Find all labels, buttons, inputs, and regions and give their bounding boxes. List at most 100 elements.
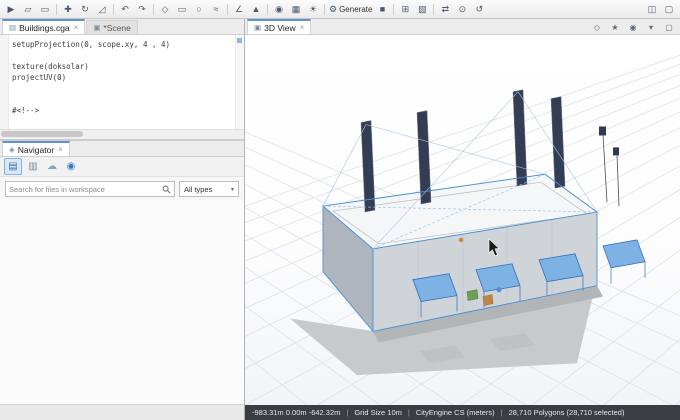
viewport-3d[interactable]	[245, 35, 680, 405]
close-icon[interactable]: ×	[74, 23, 79, 32]
tab-buildings-cga[interactable]: ▤ Buildings.cga ×	[2, 19, 86, 34]
align-terrain-icon[interactable]: ▲	[248, 2, 264, 17]
chevron-down-icon: ▾	[230, 186, 234, 193]
window-layout-icon[interactable]: ◫	[644, 2, 660, 17]
solar-panel	[512, 89, 528, 187]
awning	[602, 239, 646, 269]
viewport-tabbar: ▣ 3D View × ◇ ★ ◉ ▾ ▢	[245, 19, 680, 35]
snap-toggle-icon[interactable]: ⊞	[397, 2, 413, 17]
editor-horizontal-scrollbar[interactable]	[0, 129, 244, 139]
tab-label: Buildings.cga	[19, 22, 70, 33]
separator: |	[407, 408, 410, 417]
camera-coordinates: -983.31m 0.00m -642.32m	[252, 408, 341, 417]
navigator-search-row: All types ▾	[0, 177, 244, 200]
search-icon	[162, 185, 171, 193]
orbit-view-icon[interactable]: ↺	[471, 2, 487, 17]
cube-icon: ▣	[254, 23, 262, 32]
camera-icon[interactable]: ◉	[271, 2, 287, 17]
search-box[interactable]	[5, 181, 175, 197]
tab-3d-view[interactable]: ▣ 3D View ×	[247, 19, 312, 34]
main-toolbar: ▶ ▱ ▭ ✚ ↻ ◿ ↶ ↷ ◇ ▭ ○ ≈ ∠ ▲ ◉ ▦ ☀ ⚙ Generate ■ ⊞ ▧ ⇄ ⊙ ↺ ◫ ▢	[0, 0, 680, 19]
navigator-toolbar: ▤ ▥ ☁ ◉	[0, 157, 244, 177]
solar-panel	[416, 110, 432, 205]
bookmark-view-icon[interactable]: ★	[607, 21, 623, 34]
separator	[433, 3, 435, 15]
tab-navigator[interactable]: ◈ Navigator ×	[2, 141, 70, 156]
redo-icon[interactable]: ↷	[134, 2, 150, 17]
collapse-all-icon[interactable]: ▥	[25, 159, 41, 174]
annotation-mark	[237, 38, 242, 43]
scale-tool-icon[interactable]: ◿	[94, 2, 110, 17]
viewport-canvas[interactable]	[245, 35, 680, 405]
tab-scene[interactable]: ▣ *Scene	[86, 20, 138, 34]
measure-tool-icon[interactable]: ∠	[231, 2, 247, 17]
blue-sphere	[496, 287, 502, 293]
marquee-select-icon[interactable]: ▭	[37, 2, 53, 17]
tab-label: 3D View	[264, 22, 296, 33]
street-create-icon[interactable]: ≈	[208, 2, 224, 17]
code-line: projectUV(0)	[12, 73, 67, 82]
close-icon[interactable]: ×	[58, 145, 63, 154]
maximize-view-icon[interactable]: ▢	[661, 21, 677, 34]
green-box	[466, 289, 479, 301]
annotation-ruler	[235, 35, 244, 129]
coordinate-system: CityEngine CS (meters)	[415, 408, 495, 417]
separator	[267, 3, 268, 15]
antenna-head	[613, 147, 619, 156]
workspace-folder-icon[interactable]: ▤	[4, 158, 22, 175]
code-editor-body[interactable]: setupProjection(0, scope.xy, 4 , 4) textu…	[0, 35, 244, 129]
antenna-head	[599, 126, 606, 136]
circle-create-icon[interactable]: ○	[191, 2, 207, 17]
file-type-filter[interactable]: All types ▾	[179, 181, 239, 197]
light-settings-icon[interactable]: ☀	[305, 2, 321, 17]
scrollbar-thumb[interactable]	[1, 131, 83, 137]
isometric-view-icon[interactable]: ◇	[589, 21, 605, 34]
scene-file-icon: ▣	[93, 23, 101, 32]
frame-selection-icon[interactable]: ▦	[288, 2, 304, 17]
view-menu-icon[interactable]: ▾	[643, 21, 659, 34]
freehand-select-icon[interactable]: ▱	[20, 2, 36, 17]
separator	[56, 3, 57, 15]
navigator-pane: ◈ Navigator × ▤▥☁◉ All types ▾	[0, 141, 244, 404]
rectangle-create-icon[interactable]: ▭	[174, 2, 190, 17]
portal-connection-icon[interactable]: ◉	[63, 159, 79, 174]
zoom-view-icon[interactable]: ⊙	[454, 2, 470, 17]
solar-panel	[550, 96, 566, 189]
navigator-icon: ◈	[9, 145, 15, 154]
cga-editor-pane: ▤ Buildings.cga × ▣ *Scene setupProjecti…	[0, 19, 244, 141]
undo-icon[interactable]: ↶	[117, 2, 133, 17]
viewport-actions: ◇ ★ ◉ ▾ ▢	[589, 21, 680, 34]
viewport-statusbar: -983.31m 0.00m -642.32m | Grid Size 10m …	[245, 405, 680, 420]
pan-view-icon[interactable]: ⇄	[437, 2, 453, 17]
navigator-tabbar: ◈ Navigator ×	[0, 141, 244, 157]
code-editor[interactable]: setupProjection(0, scope.xy, 4 , 4) textu…	[9, 35, 235, 129]
editor-gutter	[0, 35, 9, 129]
cloud-workspace-icon[interactable]: ☁	[44, 159, 60, 174]
editor-tabbar: ▤ Buildings.cga × ▣ *Scene	[0, 19, 244, 35]
rotate-tool-icon[interactable]: ↻	[77, 2, 93, 17]
cityengine-window: ▶ ▱ ▭ ✚ ↻ ◿ ↶ ↷ ◇ ▭ ○ ≈ ∠ ▲ ◉ ▦ ☀ ⚙ Generate ■ ⊞ ▧ ⇄ ⊙ ↺ ◫ ▢ ▤ Bui…	[0, 0, 680, 420]
left-footer-strip	[0, 404, 244, 420]
left-panel: ▤ Buildings.cga × ▣ *Scene setupProjecti…	[0, 19, 245, 420]
move-tool-icon[interactable]: ✚	[60, 2, 76, 17]
code-line: texture(doksolar)	[12, 62, 89, 71]
code-line: setupProjection(0, scope.xy, 4 , 4)	[12, 40, 171, 49]
solar-panel	[360, 120, 376, 213]
separator	[324, 3, 325, 15]
select-tool-icon[interactable]: ▶	[3, 2, 19, 17]
search-input[interactable]	[9, 184, 160, 194]
navigator-file-area[interactable]	[0, 200, 244, 404]
perspective-toggle-icon[interactable]: ▢	[661, 2, 677, 17]
orange-box	[482, 294, 494, 306]
polygon-create-icon[interactable]: ◇	[157, 2, 173, 17]
generate-button[interactable]: ⚙ Generate	[328, 2, 373, 17]
tab-label: Navigator	[17, 144, 55, 155]
stop-generation-icon[interactable]: ■	[374, 2, 390, 17]
layer-visibility-icon[interactable]: ▧	[414, 2, 430, 17]
grid-size: Grid Size 10m	[354, 408, 402, 417]
camera-settings-icon[interactable]: ◉	[625, 21, 641, 34]
close-icon[interactable]: ×	[300, 23, 305, 32]
